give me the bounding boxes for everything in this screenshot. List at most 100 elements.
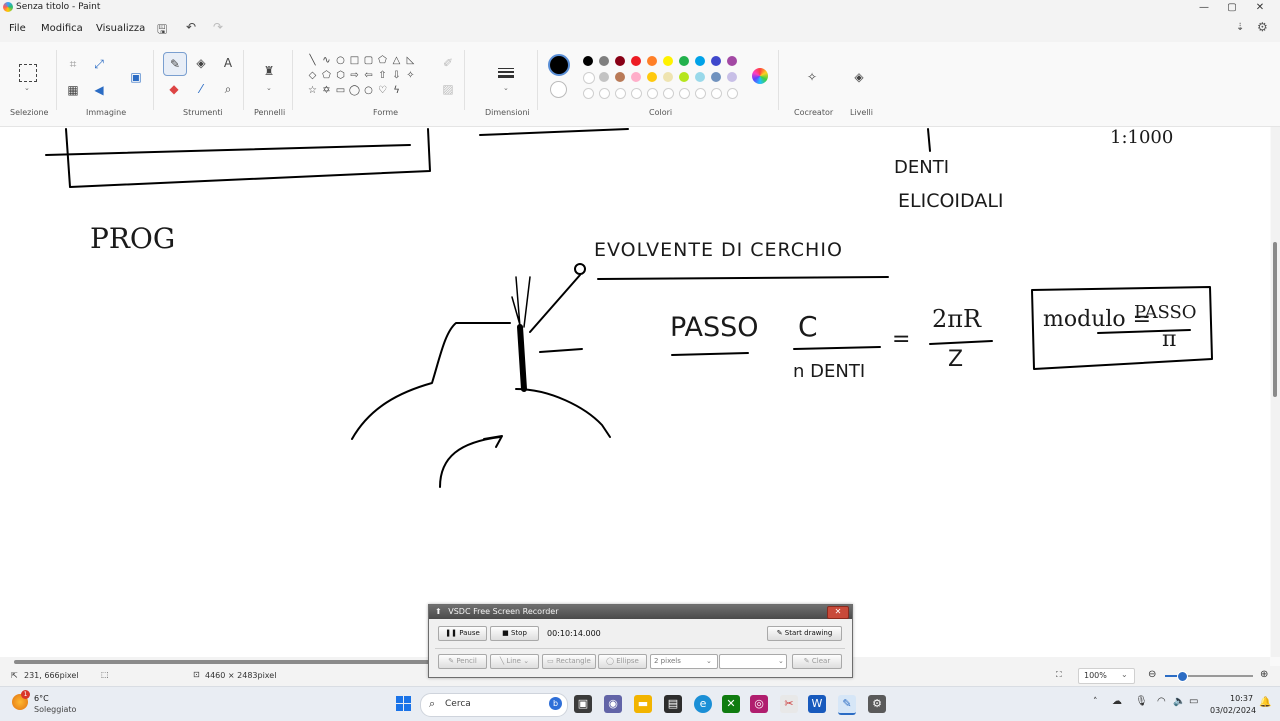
pencil-draw-button[interactable]: ✎ Pencil (438, 654, 487, 669)
arrow-up-shape-icon[interactable]: ⇧ (376, 70, 389, 81)
palette-swatch[interactable] (695, 56, 705, 66)
heart-shape-icon[interactable]: ♡ (376, 85, 389, 96)
selection-icon[interactable] (19, 64, 37, 82)
palette-swatch[interactable] (727, 72, 737, 82)
palette-swatch[interactable] (647, 72, 657, 82)
save-icon[interactable]: 🖫 (157, 20, 167, 41)
menu-file[interactable]: File (9, 23, 26, 34)
rounded-rect-shape-icon[interactable]: ▢ (362, 55, 375, 66)
oval-shape-icon[interactable]: ○ (334, 55, 347, 66)
menu-modifica[interactable]: Modifica (41, 23, 83, 34)
brush-dropdown-icon[interactable]: ⌄ (266, 84, 272, 92)
palette-swatch[interactable] (631, 72, 641, 82)
palette-swatch[interactable] (679, 56, 689, 66)
undo-icon[interactable]: ↶ (186, 20, 196, 34)
curve-shape-icon[interactable]: ∿ (320, 55, 333, 66)
text-tool-icon[interactable]: A (219, 54, 237, 72)
palette-swatch[interactable] (599, 72, 609, 82)
minimize-button[interactable]: — (1194, 0, 1214, 16)
diamond-shape-icon[interactable]: ◇ (306, 70, 319, 81)
clock-time[interactable]: 10:37 (1230, 694, 1253, 703)
palette-custom-slot[interactable] (647, 88, 658, 99)
wifi-icon[interactable]: ◠ (1157, 696, 1166, 707)
rectangle-shape-icon[interactable]: □ (348, 55, 361, 66)
settings-taskbar-icon[interactable]: ⚙ (868, 695, 886, 713)
xbox-icon[interactable]: ✕ (722, 695, 740, 713)
line-shape-icon[interactable]: ╲ (306, 55, 319, 66)
palette-custom-slot[interactable] (727, 88, 738, 99)
size-icon[interactable] (498, 68, 514, 78)
crop-icon[interactable]: ⌗ (64, 55, 82, 73)
vertical-scrollbar[interactable] (1271, 127, 1280, 657)
palette-swatch[interactable] (615, 72, 625, 82)
color-picker-icon[interactable]: ⁄ (192, 80, 210, 98)
drawing-canvas[interactable]: PROG EVOLVENTE DI CERCHIO PASSO C n DENT… (0, 127, 1270, 657)
file-explorer-icon[interactable]: ▬ (634, 695, 652, 713)
palette-custom-slot[interactable] (663, 88, 674, 99)
menu-visualizza[interactable]: Visualizza (96, 23, 145, 34)
magnifier-icon[interactable]: ⌕ (219, 80, 237, 98)
edge-icon[interactable]: e (694, 695, 712, 713)
eraser-icon[interactable]: ◆ (165, 80, 183, 98)
pencil-tool-button[interactable]: ✎ (163, 52, 187, 76)
edit-colors-icon[interactable] (752, 68, 768, 84)
flip-icon[interactable]: ◀ (90, 81, 108, 99)
arrow-left-shape-icon[interactable]: ⇦ (362, 70, 375, 81)
maximize-button[interactable]: ▢ (1222, 0, 1242, 16)
color1-primary[interactable] (548, 54, 570, 76)
zoom-out-icon[interactable]: ⊖ (1148, 669, 1156, 680)
palette-swatch[interactable] (631, 56, 641, 66)
cocreator-icon[interactable]: ✧ (803, 68, 821, 86)
callout-rect-shape-icon[interactable]: ▭ (334, 85, 347, 96)
palette-custom-slot[interactable] (631, 88, 642, 99)
battery-icon[interactable]: ▭ (1189, 696, 1198, 707)
hexagon-shape-icon[interactable]: ⬡ (334, 70, 347, 81)
word-icon[interactable]: W (808, 695, 826, 713)
snipping-tool-icon[interactable]: ✂ (780, 695, 798, 713)
star4-shape-icon[interactable]: ✧ (404, 70, 417, 81)
image-select-icon[interactable]: ▣ (127, 68, 145, 86)
palette-swatch[interactable] (663, 72, 673, 82)
clock-date[interactable]: 03/02/2024 (1210, 706, 1256, 715)
resize-icon[interactable]: ⤢ (90, 55, 108, 73)
outline-icon[interactable]: ✐ (439, 54, 457, 72)
zoom-select[interactable]: 100% ⌄ (1078, 668, 1135, 684)
paint-taskbar-icon[interactable]: ✎ (838, 695, 856, 715)
palette-custom-slot[interactable] (711, 88, 722, 99)
onedrive-icon[interactable]: ☁ (1112, 696, 1122, 707)
palette-swatch[interactable] (599, 56, 609, 66)
arrow-down-shape-icon[interactable]: ⇩ (390, 70, 403, 81)
notifications-icon[interactable]: 🔔 (1259, 697, 1271, 708)
task-view-icon[interactable]: ▣ (574, 695, 592, 713)
palette-swatch[interactable] (647, 56, 657, 66)
lightning-shape-icon[interactable]: ϟ (390, 85, 403, 96)
rectangle-draw-button[interactable]: ▭ Rectangle (542, 654, 596, 669)
polygon-shape-icon[interactable]: ⬠ (376, 55, 389, 66)
palette-swatch[interactable] (583, 72, 595, 84)
horizontal-scroll-thumb[interactable] (14, 660, 434, 664)
palette-custom-slot[interactable] (615, 88, 626, 99)
clear-button[interactable]: ✎ Clear (792, 654, 842, 669)
share-icon[interactable]: ⇣ (1236, 22, 1244, 33)
teams-chat-icon[interactable]: ◉ (604, 695, 622, 713)
show-hidden-icons[interactable]: ˄ (1093, 697, 1098, 707)
vertical-scroll-thumb[interactable] (1273, 242, 1277, 397)
callout-cloud-shape-icon[interactable]: ○ (362, 85, 375, 96)
recorder-close-button[interactable]: ✕ (827, 606, 849, 619)
palette-custom-slot[interactable] (583, 88, 594, 99)
palette-swatch[interactable] (679, 72, 689, 82)
zoom-in-icon[interactable]: ⊕ (1260, 669, 1268, 680)
ellipse-draw-button[interactable]: ◯ Ellipse (598, 654, 647, 669)
zoom-slider-thumb[interactable] (1177, 671, 1188, 682)
color2-secondary[interactable] (550, 81, 567, 98)
pause-button[interactable]: ❚❚ Pause (438, 626, 487, 641)
weather-sun-icon[interactable]: 1 (12, 690, 30, 710)
volume-icon[interactable]: 🔈 (1173, 696, 1185, 707)
star5-shape-icon[interactable]: ☆ (306, 85, 319, 96)
start-drawing-button[interactable]: ✎ Start drawing (767, 626, 842, 641)
microphone-icon[interactable]: 🎙 (1135, 696, 1148, 707)
palette-swatch[interactable] (695, 72, 705, 82)
palette-swatch[interactable] (663, 56, 673, 66)
fill-bucket-icon[interactable]: ◈ (192, 54, 210, 72)
palette-swatch[interactable] (615, 56, 625, 66)
